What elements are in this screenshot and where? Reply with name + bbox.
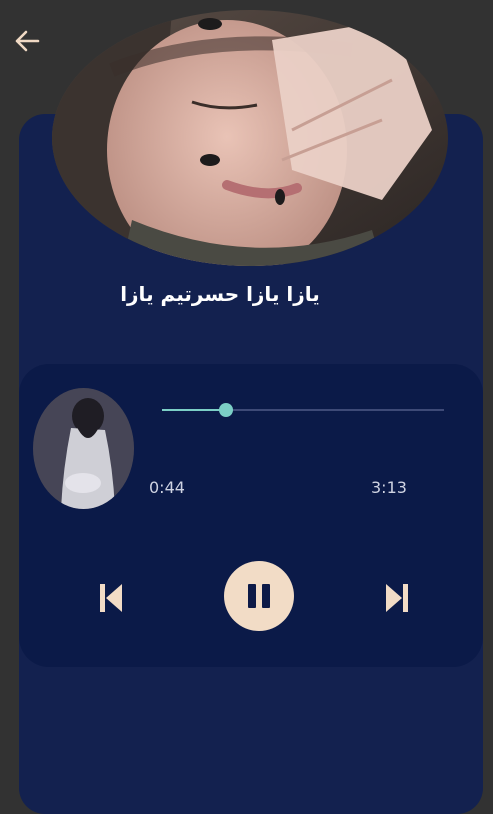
progress-knob[interactable] xyxy=(219,403,233,417)
current-time: 0:44 xyxy=(149,478,185,497)
arrow-left-icon xyxy=(15,30,40,52)
progress-slider[interactable] xyxy=(162,402,444,418)
pause-button[interactable] xyxy=(224,561,294,631)
album-cover-image xyxy=(52,10,448,266)
previous-button[interactable] xyxy=(95,578,127,618)
player-panel: 0:44 3:13 xyxy=(19,364,483,667)
total-time: 3:13 xyxy=(371,478,407,497)
song-title: يازا يازا حسرتيم يازا xyxy=(120,282,320,306)
pause-icon xyxy=(248,584,270,608)
skip-previous-icon xyxy=(100,584,122,612)
back-button[interactable] xyxy=(10,24,44,58)
next-button[interactable] xyxy=(381,578,413,618)
skip-next-icon xyxy=(386,584,408,612)
album-thumbnail-image xyxy=(33,388,134,509)
progress-fill xyxy=(162,409,226,411)
